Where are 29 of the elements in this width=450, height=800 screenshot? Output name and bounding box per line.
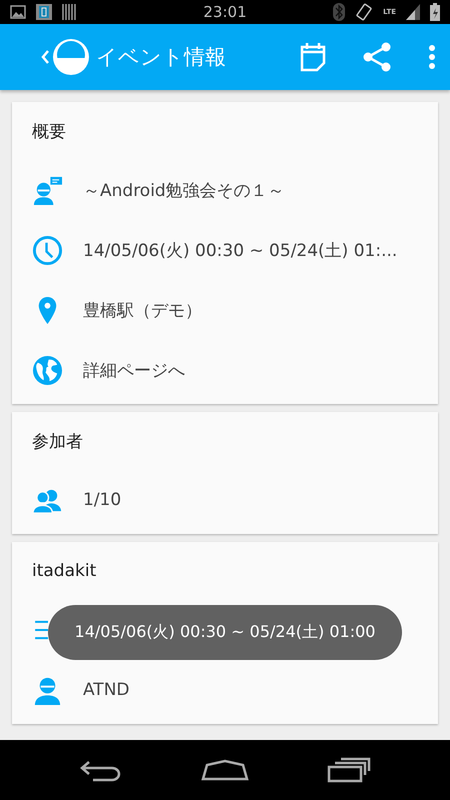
row-label[interactable]: ～Android勉強会その１～ bbox=[83, 178, 285, 202]
row-label[interactable]: 14/05/06(火) 00:30 ~ 05/24(土) 01:... bbox=[83, 238, 398, 262]
signal-icon bbox=[406, 4, 420, 20]
overflow-menu-icon[interactable] bbox=[428, 44, 436, 70]
barcode-icon bbox=[62, 4, 76, 20]
bluetooth-icon bbox=[333, 3, 346, 21]
picture-icon bbox=[10, 5, 26, 19]
card-title: itadakit bbox=[32, 560, 98, 583]
card-title: 概要 bbox=[32, 120, 67, 144]
share-icon[interactable] bbox=[362, 42, 392, 72]
status-time: 23:01 bbox=[203, 3, 247, 21]
clock-icon bbox=[32, 234, 63, 266]
screen-title: イベント情報 bbox=[96, 44, 227, 71]
row-label[interactable]: 1/10 bbox=[83, 490, 122, 510]
row-label[interactable]: ATND bbox=[83, 680, 130, 700]
row-label[interactable]: 詳細ページへ bbox=[83, 358, 185, 382]
card-title: 参加者 bbox=[32, 430, 84, 454]
rotation-icon bbox=[355, 3, 374, 21]
speaker-icon bbox=[32, 174, 63, 206]
toast-message: 14/05/06(火) 00:30 ~ 05/24(土) 01:00 bbox=[48, 605, 402, 660]
calendar-icon[interactable] bbox=[300, 42, 326, 72]
recents-nav-icon[interactable] bbox=[327, 757, 371, 783]
home-nav-icon[interactable] bbox=[201, 759, 249, 781]
globe-icon bbox=[32, 354, 63, 386]
battery-icon bbox=[430, 3, 440, 21]
phone-icon bbox=[36, 4, 52, 20]
back-button[interactable] bbox=[40, 37, 90, 77]
back-nav-icon[interactable] bbox=[79, 758, 123, 782]
row-label[interactable]: 豊橋駅（デモ） bbox=[83, 298, 202, 322]
